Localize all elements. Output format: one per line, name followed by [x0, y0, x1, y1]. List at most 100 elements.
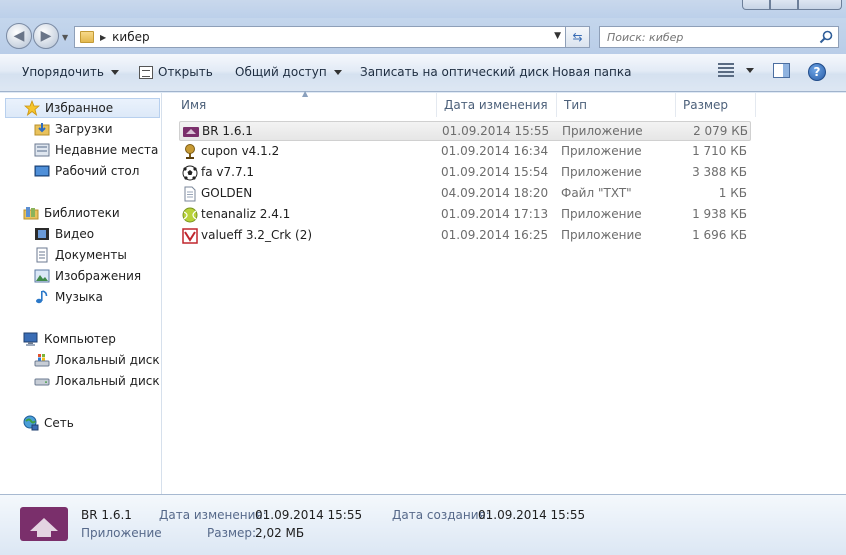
- search-icon[interactable]: [818, 29, 834, 45]
- breadcrumb-current-folder[interactable]: кибер: [112, 30, 149, 44]
- organize-button[interactable]: Упорядочить: [22, 65, 119, 79]
- images-icon: [34, 269, 50, 283]
- minimize-button[interactable]: [742, 0, 770, 10]
- file-row[interactable]: fa v7.7.1 01.09.2014 15:54 Приложение 3 …: [179, 163, 751, 183]
- details-view-icon: [718, 63, 734, 77]
- burn-button[interactable]: Записать на оптический диск: [360, 65, 549, 79]
- file-name: BR 1.6.1: [202, 124, 253, 138]
- br-app-icon: [183, 127, 199, 137]
- close-button[interactable]: [798, 0, 842, 10]
- chevron-down-icon: [333, 69, 342, 75]
- recent-places-icon: [34, 143, 50, 157]
- search-input[interactable]: [600, 27, 805, 47]
- nav-libraries[interactable]: Библиотеки: [23, 203, 120, 223]
- column-header-size[interactable]: Размер: [676, 93, 756, 117]
- nav-favorites[interactable]: Избранное: [5, 98, 160, 118]
- music-icon: [36, 290, 48, 304]
- file-row[interactable]: BR 1.6.1 01.09.2014 15:55 Приложение 2 0…: [179, 121, 751, 141]
- details-created-label: Дата создания:: [392, 508, 490, 522]
- tennis-ball-icon: [182, 207, 198, 223]
- details-file-name: BR 1.6.1: [81, 508, 132, 522]
- column-header-type[interactable]: Тип: [557, 93, 676, 117]
- address-history-dropdown[interactable]: ▼: [554, 31, 561, 41]
- nav-images[interactable]: Изображения: [34, 266, 141, 286]
- star-icon: [24, 100, 40, 116]
- new-folder-button[interactable]: Новая папка: [552, 65, 631, 79]
- file-type: Приложение: [561, 165, 642, 179]
- file-size: 1 696 КБ: [692, 228, 747, 242]
- details-size-value: 2,02 МБ: [255, 526, 305, 540]
- file-type: Приложение: [561, 144, 642, 158]
- details-modified-value: 01.09.2014 15:55: [255, 508, 363, 522]
- details-file-type: Приложение: [81, 526, 162, 540]
- file-date: 01.09.2014 17:13: [441, 207, 549, 221]
- nav-local-disk-c-label: Локальный диск (C: [55, 353, 161, 367]
- forward-button[interactable]: ▶: [33, 23, 59, 49]
- search-box: [599, 26, 839, 48]
- address-bar[interactable]: ▶ кибер ▼: [74, 26, 566, 48]
- nav-downloads[interactable]: Загрузки: [34, 119, 113, 139]
- open-button[interactable]: Открыть: [139, 65, 213, 79]
- file-row[interactable]: GOLDEN 04.09.2014 18:20 Файл "TXT" 1 КБ: [179, 184, 751, 204]
- nav-video[interactable]: Видео: [34, 224, 94, 244]
- nav-local-disk-e[interactable]: Локальный диск (E:: [34, 371, 161, 391]
- column-type-label: Тип: [564, 98, 587, 112]
- nav-network[interactable]: Сеть: [23, 413, 74, 433]
- help-button[interactable]: ?: [808, 63, 826, 81]
- chevron-down-icon: [746, 67, 754, 73]
- file-date: 04.09.2014 18:20: [441, 186, 549, 200]
- file-size: 1 КБ: [718, 186, 747, 200]
- column-name-label: Имя: [181, 98, 207, 112]
- share-button[interactable]: Общий доступ: [235, 65, 342, 79]
- breadcrumb-separator-icon[interactable]: ▶: [100, 33, 106, 42]
- nav-computer[interactable]: Компьютер: [23, 329, 116, 349]
- column-header-name[interactable]: Имя: [174, 93, 437, 117]
- file-row[interactable]: tenanaliz 2.4.1 01.09.2014 17:13 Приложе…: [179, 205, 751, 225]
- refresh-button[interactable]: ⇆: [566, 26, 590, 48]
- address-row: ◀ ▶ ▼ ▶ кибер ▼ ⇆: [0, 18, 846, 54]
- organize-label: Упорядочить: [22, 65, 104, 79]
- arrow-right-icon: ▶: [40, 28, 52, 44]
- nav-documents[interactable]: Документы: [34, 245, 127, 265]
- preview-pane-icon: [773, 63, 790, 78]
- pane-splitter[interactable]: [162, 93, 174, 494]
- burn-label: Записать на оптический диск: [360, 65, 550, 79]
- nav-video-label: Видео: [55, 227, 95, 241]
- nav-recent-places-label: Недавние места: [55, 143, 159, 157]
- maximize-button[interactable]: [770, 0, 798, 10]
- trophy-icon: [185, 144, 195, 159]
- preview-pane-button[interactable]: [773, 63, 790, 78]
- file-date: 01.09.2014 16:25: [441, 228, 549, 242]
- desktop-icon: [34, 165, 50, 177]
- file-row[interactable]: cupon v4.1.2 01.09.2014 16:34 Приложение…: [179, 142, 751, 162]
- file-date: 01.09.2014 15:55: [442, 124, 550, 138]
- details-pane: BR 1.6.1 Приложение Дата изменения: 01.0…: [0, 494, 846, 555]
- text-file-icon: [184, 186, 196, 202]
- file-size: 1 710 КБ: [692, 144, 747, 158]
- recent-pages-dropdown[interactable]: ▼: [62, 33, 68, 42]
- file-date: 01.09.2014 15:54: [441, 165, 549, 179]
- nav-music[interactable]: Музыка: [34, 287, 103, 307]
- column-header-date[interactable]: Дата изменения: [437, 93, 557, 117]
- title-bar: [0, 0, 846, 18]
- command-bar: Упорядочить Открыть Общий доступ Записат…: [0, 54, 846, 92]
- nav-music-label: Музыка: [55, 290, 103, 304]
- documents-icon: [36, 247, 48, 263]
- window-controls: [742, 0, 842, 10]
- br-app-large-icon: [20, 507, 68, 541]
- view-options-button[interactable]: [718, 63, 754, 77]
- arrow-left-icon: ◀: [13, 28, 25, 44]
- navigation-pane: Избранное Загрузки Недавние места Рабочи…: [0, 93, 162, 494]
- chevron-down-icon: [110, 69, 119, 75]
- network-icon: [23, 415, 39, 431]
- back-button[interactable]: ◀: [6, 23, 32, 49]
- file-type: Приложение: [561, 207, 642, 221]
- file-row[interactable]: valueff 3.2_Crk (2) 01.09.2014 16:25 При…: [179, 226, 751, 246]
- nav-local-disk-c[interactable]: Локальный диск (C: [34, 350, 161, 370]
- nav-desktop[interactable]: Рабочий стол: [34, 161, 139, 181]
- column-size-label: Размер: [683, 98, 729, 112]
- nav-documents-label: Документы: [55, 248, 127, 262]
- share-label: Общий доступ: [235, 65, 327, 79]
- nav-recent-places[interactable]: Недавние места: [34, 140, 158, 160]
- video-icon: [35, 228, 49, 240]
